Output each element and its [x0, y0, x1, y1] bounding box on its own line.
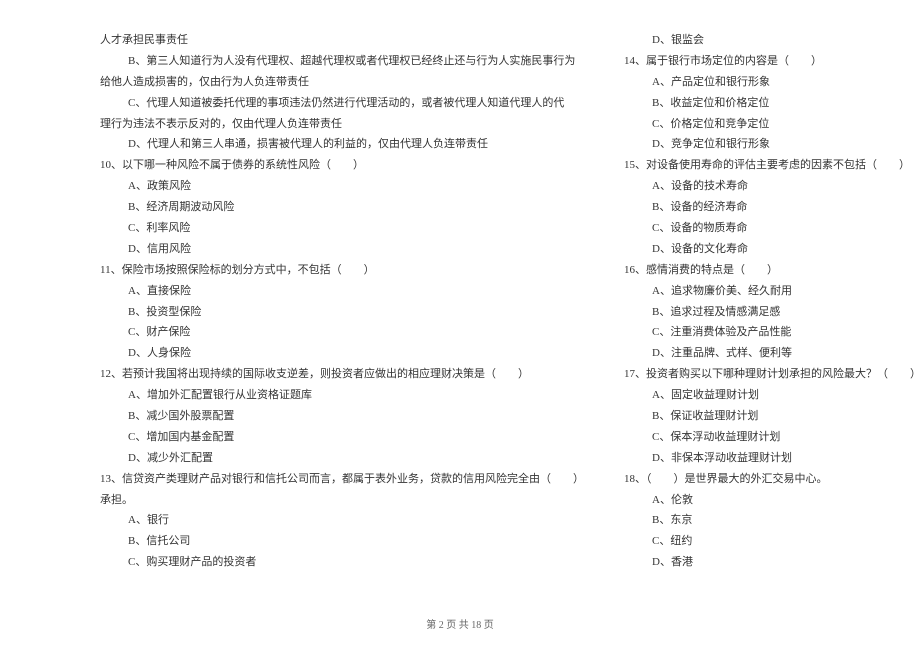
question-17: 17、投资者购买以下哪种理财计划承担的风险最大？（ ） [624, 364, 920, 385]
option-b: B、追求过程及情感满足感 [624, 302, 920, 323]
option-d: D、香港 [624, 552, 920, 573]
text-line: 理行为违法不表示反对的，仅由代理人负连带责任 [100, 114, 584, 135]
option-c: C、设备的物质寿命 [624, 218, 920, 239]
exam-content: 人才承担民事责任 B、第三人知道行为人没有代理权、超越代理权或者代理权已经终止还… [100, 30, 830, 573]
option-b: B、投资型保险 [100, 302, 584, 323]
option-c: C、购买理财产品的投资者 [100, 552, 584, 573]
question-13: 13、信贷资产类理财产品对银行和信托公司而言，都属于表外业务，贷款的信用风险完全… [100, 469, 584, 490]
option-d: D、银监会 [624, 30, 920, 51]
option-a: A、追求物廉价美、经久耐用 [624, 281, 920, 302]
option-b: B、收益定位和价格定位 [624, 93, 920, 114]
option-a: A、政策风险 [100, 176, 584, 197]
option-d: D、竞争定位和银行形象 [624, 134, 920, 155]
option-d: D、代理人和第三人串通，损害被代理人的利益的，仅由代理人负连带责任 [100, 134, 584, 155]
option-b: B、信托公司 [100, 531, 584, 552]
option-c: C、利率风险 [100, 218, 584, 239]
option-b: B、减少国外股票配置 [100, 406, 584, 427]
question-18: 18、（ ）是世界最大的外汇交易中心。 [624, 469, 920, 490]
text-line: 承担。 [100, 490, 584, 511]
option-d: D、注重品牌、式样、便利等 [624, 343, 920, 364]
option-d: D、设备的文化寿命 [624, 239, 920, 260]
option-d: D、人身保险 [100, 343, 584, 364]
question-16: 16、感情消费的特点是（ ） [624, 260, 920, 281]
text-line: 给他人造成损害的，仅由行为人负连带责任 [100, 72, 584, 93]
left-column: 人才承担民事责任 B、第三人知道行为人没有代理权、超越代理权或者代理权已经终止还… [100, 30, 584, 573]
option-b: B、第三人知道行为人没有代理权、超越代理权或者代理权已经终止还与行为人实施民事行… [100, 51, 584, 72]
question-10: 10、以下哪一种风险不属于债券的系统性风险（ ） [100, 155, 584, 176]
option-d: D、非保本浮动收益理财计划 [624, 448, 920, 469]
page-footer: 第 2 页 共 18 页 [0, 616, 920, 635]
option-a: A、固定收益理财计划 [624, 385, 920, 406]
option-a: A、伦敦 [624, 490, 920, 511]
option-d: D、信用风险 [100, 239, 584, 260]
option-c: C、增加国内基金配置 [100, 427, 584, 448]
right-column: D、银监会 14、属于银行市场定位的内容是（ ） A、产品定位和银行形象 B、收… [624, 30, 920, 573]
option-b: B、经济周期波动风险 [100, 197, 584, 218]
option-b: B、东京 [624, 510, 920, 531]
question-12: 12、若预计我国将出现持续的国际收支逆差，则投资者应做出的相应理财决策是（ ） [100, 364, 584, 385]
question-14: 14、属于银行市场定位的内容是（ ） [624, 51, 920, 72]
option-a: A、银行 [100, 510, 584, 531]
option-c: C、注重消费体验及产品性能 [624, 322, 920, 343]
option-b: B、设备的经济寿命 [624, 197, 920, 218]
text-line: 人才承担民事责任 [100, 30, 584, 51]
option-c: C、代理人知道被委托代理的事项违法仍然进行代理活动的，或者被代理人知道代理人的代 [100, 93, 584, 114]
question-11: 11、保险市场按照保险标的划分方式中，不包括（ ） [100, 260, 584, 281]
option-d: D、减少外汇配置 [100, 448, 584, 469]
option-a: A、设备的技术寿命 [624, 176, 920, 197]
option-a: A、产品定位和银行形象 [624, 72, 920, 93]
option-a: A、直接保险 [100, 281, 584, 302]
option-a: A、增加外汇配置银行从业资格证题库 [100, 385, 584, 406]
option-c: C、财产保险 [100, 322, 584, 343]
option-c: C、保本浮动收益理财计划 [624, 427, 920, 448]
question-15: 15、对设备使用寿命的评估主要考虑的因素不包括（ ） [624, 155, 920, 176]
option-c: C、纽约 [624, 531, 920, 552]
option-c: C、价格定位和竞争定位 [624, 114, 920, 135]
option-b: B、保证收益理财计划 [624, 406, 920, 427]
